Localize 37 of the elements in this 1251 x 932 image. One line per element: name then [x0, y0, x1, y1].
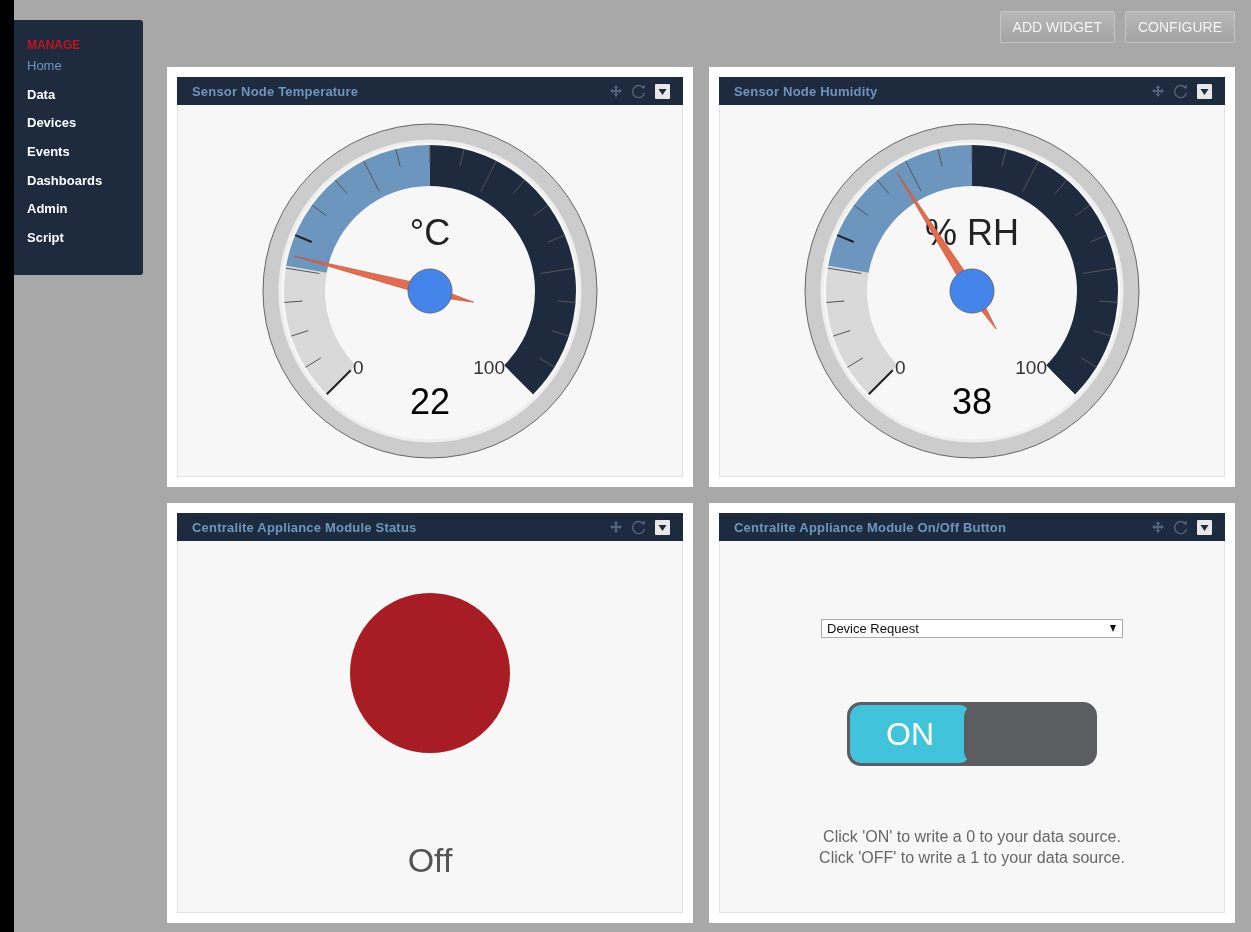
- gauge-value: 22: [410, 381, 450, 422]
- gauge-unit: °C: [409, 212, 451, 253]
- scale-label: 0: [895, 357, 906, 378]
- dropdown-icon[interactable]: [1197, 519, 1212, 535]
- refresh-icon[interactable]: [631, 519, 647, 535]
- scale-label: 100: [1015, 357, 1047, 378]
- scale-label: 0: [353, 357, 364, 378]
- move-icon[interactable]: [1151, 520, 1165, 534]
- status-label: Off: [407, 841, 453, 880]
- nav-item[interactable]: Admin: [27, 199, 143, 229]
- refresh-icon[interactable]: [1173, 83, 1189, 99]
- move-icon[interactable]: [609, 520, 623, 534]
- gauge-value: 38: [952, 381, 992, 422]
- refresh-icon[interactable]: [631, 83, 647, 99]
- widget-title: Sensor Node Humidity: [734, 83, 878, 99]
- gauge-hub: [949, 268, 995, 314]
- dropdown-icon[interactable]: [655, 519, 670, 535]
- move-icon[interactable]: [609, 84, 623, 98]
- scale-label: 100: [473, 357, 505, 378]
- nav-item[interactable]: Dashboards: [27, 170, 143, 200]
- dropdown-icon[interactable]: [655, 83, 670, 99]
- nav-item[interactable]: Events: [27, 142, 143, 171]
- refresh-icon[interactable]: [1173, 519, 1189, 535]
- widget-title: Sensor Node Temperature: [192, 83, 359, 99]
- request-dropdown[interactable]: Device Request: [821, 619, 1123, 638]
- nav-item[interactable]: Script: [27, 228, 143, 257]
- gauge-hub: [407, 268, 453, 314]
- nav-item[interactable]: Home: [27, 56, 143, 85]
- widget-title: Centralite Appliance Module On/Off Button: [734, 519, 1007, 535]
- sidebar-heading: MANAGE: [27, 38, 82, 52]
- move-icon[interactable]: [1151, 84, 1165, 98]
- help-text: Click 'ON' to write a 0 to your data source.: [822, 827, 1122, 847]
- dropdown-icon[interactable]: [1197, 83, 1212, 99]
- nav-item[interactable]: Devices: [27, 113, 143, 143]
- help-text: Click 'OFF' to write a 1 to your data source.: [819, 848, 1125, 868]
- nav-item[interactable]: Data: [27, 84, 143, 114]
- widget-title: Centralite Appliance Module Status: [192, 519, 417, 535]
